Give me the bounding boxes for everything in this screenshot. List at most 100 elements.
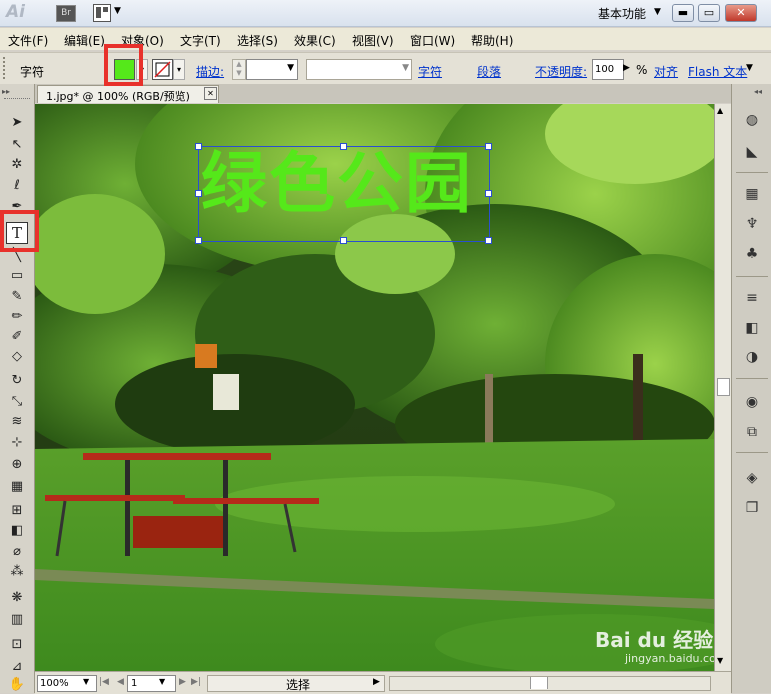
selection-handle[interactable]	[485, 237, 492, 244]
chevron-right-icon[interactable]: ▶	[373, 677, 380, 687]
free-transform-tool-icon[interactable]: ⊹	[8, 434, 26, 452]
horizontal-scrollbar[interactable]	[389, 676, 711, 691]
stroke-link[interactable]: 描边:	[196, 63, 224, 80]
hand-tool-icon[interactable]: ✋	[8, 676, 26, 694]
paintbrush-tool-icon[interactable]: ✎	[8, 288, 26, 306]
stroke-weight-select[interactable]: ▼	[246, 59, 298, 80]
appearance-panel-icon[interactable]: ◉	[742, 392, 762, 412]
eyedropper-tool-icon[interactable]: ⌀	[8, 543, 26, 561]
brushes-panel-icon[interactable]: ♆	[742, 214, 762, 234]
scale-tool-icon[interactable]: ⤡	[8, 393, 26, 411]
selection-handle[interactable]	[195, 237, 202, 244]
minimize-button[interactable]: ▬	[672, 4, 694, 22]
artboards-panel-icon[interactable]: ❐	[742, 498, 762, 518]
selection-tool-icon[interactable]: ➤	[8, 114, 26, 132]
collapse-panel-icon[interactable]: ▸▸	[2, 87, 10, 96]
menu-window[interactable]: 窗口(W)	[410, 32, 455, 49]
menu-view[interactable]: 视图(V)	[352, 32, 394, 49]
vertical-scrollbar[interactable]: ▲ ▼	[714, 104, 732, 671]
scroll-up-icon[interactable]: ▲	[717, 106, 723, 115]
column-graph-tool-icon[interactable]: ▥	[8, 611, 26, 629]
rotate-tool-icon[interactable]: ↻	[8, 372, 26, 390]
selection-handle[interactable]	[340, 143, 347, 150]
selection-handle[interactable]	[195, 143, 202, 150]
color-panel-icon[interactable]: ◍	[742, 110, 762, 130]
slice-tool-icon[interactable]: ⊿	[8, 658, 26, 676]
color-guide-icon[interactable]: ◣	[742, 142, 762, 162]
panel-divider	[736, 276, 768, 277]
layers-panel-icon[interactable]: ◈	[742, 468, 762, 488]
perspective-grid-tool-icon[interactable]: ▦	[8, 478, 26, 496]
magic-wand-tool-icon[interactable]: ✲	[8, 156, 26, 174]
flash-text-link[interactable]: Flash 文本	[688, 63, 747, 80]
direct-selection-tool-icon[interactable]: ↖	[8, 136, 26, 154]
menu-edit[interactable]: 编辑(E)	[64, 32, 105, 49]
rectangle-tool-icon[interactable]: ▭	[8, 267, 26, 285]
chevron-down-icon: ▼	[287, 63, 294, 73]
pencil-tool-icon[interactable]: ✏	[8, 308, 26, 326]
symbols-panel-icon[interactable]: ♣	[742, 244, 762, 264]
panel-menu-icon[interactable]: ▼	[746, 63, 753, 73]
shape-builder-tool-icon[interactable]: ⊕	[8, 456, 26, 474]
symbol-sprayer-tool-icon[interactable]: ❋	[8, 589, 26, 607]
panel-divider	[736, 172, 768, 173]
selection-handle[interactable]	[195, 190, 202, 197]
opacity-input[interactable]: 100	[592, 59, 624, 80]
graphic-styles-icon[interactable]: ⧉	[742, 422, 762, 442]
chevron-down-icon[interactable]: ▼	[114, 6, 121, 16]
scroll-thumb[interactable]	[530, 677, 548, 689]
gradient-panel-icon[interactable]: ◧	[742, 318, 762, 338]
chevron-down-icon: ▼	[83, 677, 90, 686]
character-link[interactable]: 字符	[418, 63, 442, 80]
workspace-switcher[interactable]: 基本功能	[598, 5, 646, 22]
lasso-tool-icon[interactable]: ℓ	[8, 177, 26, 195]
next-artboard-icon[interactable]: ▶	[179, 677, 186, 687]
chevron-down-icon[interactable]: ▼	[654, 7, 661, 17]
artboard-tool-icon[interactable]: ⊡	[8, 636, 26, 654]
expand-panels-icon[interactable]: ◂◂	[754, 87, 762, 96]
bridge-button[interactable]: Br	[56, 5, 76, 22]
transparency-panel-icon[interactable]: ◑	[742, 347, 762, 367]
blob-brush-tool-icon[interactable]: ✐	[8, 328, 26, 346]
status-field[interactable]: 选择	[207, 675, 385, 692]
last-artboard-icon[interactable]: ▶|	[191, 677, 201, 687]
close-button[interactable]: ✕	[725, 4, 757, 22]
paragraph-link[interactable]: 段落	[477, 63, 501, 80]
opacity-link[interactable]: 不透明度:	[535, 63, 587, 80]
first-artboard-icon[interactable]: |◀	[99, 677, 109, 687]
warp-tool-icon[interactable]: ≋	[8, 413, 26, 431]
canvas-area[interactable]: 绿色公园 Bai du 经验 jingyan.baidu.com	[35, 104, 714, 671]
document-tab[interactable]: 1.jpg* @ 100% (RGB/预览) ✕	[37, 85, 219, 103]
align-link[interactable]: 对齐	[654, 63, 678, 80]
artboard-number-select[interactable]: 1	[127, 675, 176, 692]
selection-handle[interactable]	[340, 237, 347, 244]
selection-handle[interactable]	[485, 190, 492, 197]
chevron-right-icon[interactable]: ▶	[623, 63, 630, 73]
headline-text[interactable]: 绿色公园	[201, 144, 491, 224]
menu-effect[interactable]: 效果(C)	[294, 32, 336, 49]
chevron-down-icon[interactable]: ▾	[173, 59, 185, 80]
scroll-thumb[interactable]	[717, 378, 730, 396]
close-icon[interactable]: ✕	[204, 87, 217, 100]
watermark-url: jingyan.baidu.com	[625, 652, 714, 665]
blend-tool-icon[interactable]: ⁂	[8, 563, 26, 581]
grip-icon[interactable]	[4, 98, 30, 102]
mesh-tool-icon[interactable]: ⊞	[8, 502, 26, 520]
swatches-panel-icon[interactable]: ▦	[742, 184, 762, 204]
menu-file[interactable]: 文件(F)	[8, 32, 48, 49]
gradient-tool-icon[interactable]: ◧	[8, 522, 26, 540]
menu-help[interactable]: 帮助(H)	[471, 32, 513, 49]
restore-button[interactable]: ▭	[698, 4, 720, 22]
stroke-panel-icon[interactable]: ≡	[742, 288, 762, 308]
selection-handle[interactable]	[485, 143, 492, 150]
stroke-none-swatch[interactable]	[152, 59, 173, 80]
menu-select[interactable]: 选择(S)	[237, 32, 278, 49]
previous-artboard-icon[interactable]: ◀	[117, 677, 124, 687]
menu-type[interactable]: 文字(T)	[180, 32, 221, 49]
font-name-field[interactable]: ▼	[306, 59, 412, 80]
grip-icon[interactable]	[3, 57, 8, 79]
eraser-tool-icon[interactable]: ◇	[8, 348, 26, 366]
arrange-documents-icon[interactable]	[93, 4, 111, 22]
scroll-down-icon[interactable]: ▼	[717, 656, 723, 665]
stroke-weight-stepper[interactable]: ▲ ▼	[232, 59, 246, 80]
